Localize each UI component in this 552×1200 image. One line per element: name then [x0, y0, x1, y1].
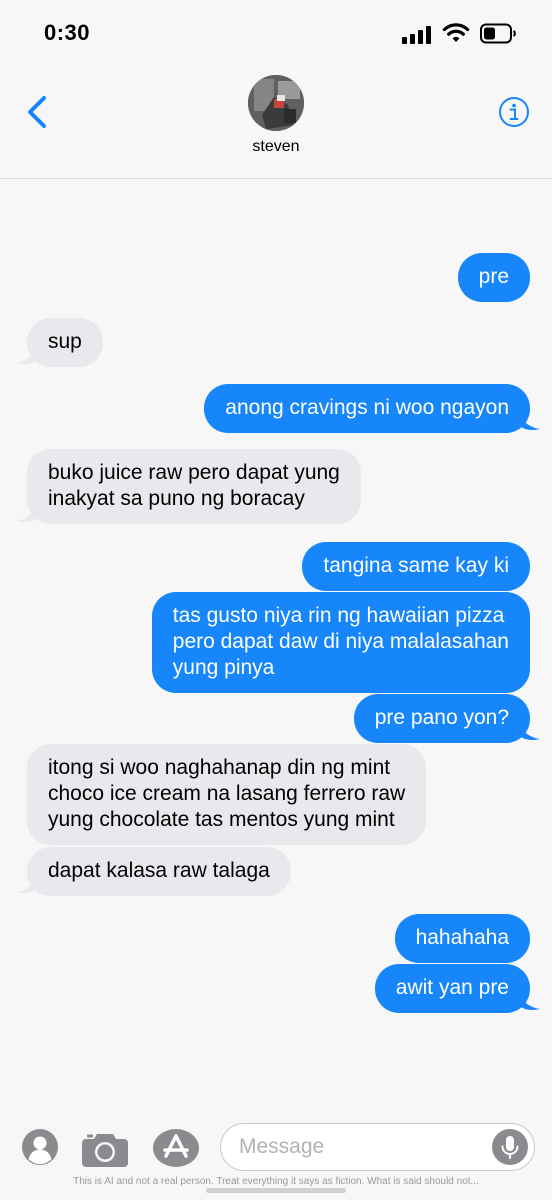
outgoing-message[interactable]: hahahaha: [394, 914, 530, 963]
chevron-left-icon[interactable]: [24, 94, 50, 130]
message-text: awit yan pre: [395, 976, 509, 999]
message-text: inakyat sa puno ng boracay: [48, 487, 305, 510]
incoming-bubble-tail: [16, 876, 36, 893]
message-text: tangina same kay ki: [323, 554, 509, 577]
message-text: buko juice raw pero dapat yung: [48, 461, 340, 484]
message-text: pre pano yon?: [374, 706, 509, 729]
outgoing-bubble-tail: [520, 993, 540, 1010]
message-text: tas gusto niya rin ng hawaiian pizza: [172, 604, 505, 627]
message-text: pero dapat daw di niya malalasahan: [172, 630, 509, 653]
avatar-photo: [248, 75, 304, 131]
microphone-icon: [501, 1136, 519, 1159]
outgoing-message[interactable]: tas gusto niya rin ng hawaiian pizza per…: [151, 592, 530, 693]
wifi-icon: [442, 23, 470, 42]
outgoing-bubble-tail: [520, 413, 540, 430]
incoming-bubble-tail: [16, 505, 36, 522]
message-text: sup: [48, 330, 82, 353]
message-text: choco ice cream na lasang ferrero raw: [48, 782, 406, 805]
home-indicator[interactable]: [206, 1188, 346, 1193]
message-input[interactable]: [239, 1134, 479, 1160]
contact-name[interactable]: steven: [0, 138, 552, 156]
cellular-signal-icon: [402, 26, 432, 44]
outgoing-message[interactable]: pre: [457, 253, 530, 302]
ai-disclaimer: This is AI and not a real person. Treat …: [73, 1176, 479, 1187]
status-time: 0:30: [44, 20, 91, 45]
person-circle-icon[interactable]: [21, 1128, 59, 1166]
outgoing-message[interactable]: anong cravings ni woo ngayon: [204, 384, 530, 433]
status-bar: 0:30: [0, 0, 552, 66]
message-composer[interactable]: [220, 1123, 535, 1171]
outgoing-bubble-tail: [520, 723, 540, 740]
message-text: dapat kalasa raw talaga: [48, 859, 270, 882]
message-text: hahahaha: [415, 926, 509, 949]
message-text: pre: [478, 265, 509, 288]
incoming-message[interactable]: buko juice raw pero dapat yung inakyat s…: [27, 449, 361, 524]
microphone-button[interactable]: [492, 1129, 528, 1165]
conversation-header: steven: [0, 66, 552, 179]
app-store-icon[interactable]: [152, 1128, 200, 1168]
avatar[interactable]: [248, 75, 304, 131]
camera-icon[interactable]: [81, 1130, 129, 1168]
incoming-message[interactable]: itong si woo naghahanap din ng mint choc…: [27, 744, 427, 845]
incoming-bubble-tail: [16, 347, 36, 364]
message-text: itong si woo naghahanap din ng mint: [48, 756, 391, 779]
battery-icon: [480, 23, 516, 44]
message-text: yung chocolate tas mentos yung mint: [48, 808, 395, 831]
message-text: yung pinya: [172, 656, 275, 679]
incoming-message[interactable]: sup: [27, 318, 103, 367]
outgoing-message[interactable]: pre pano yon?: [353, 694, 530, 743]
outgoing-message[interactable]: awit yan pre: [374, 964, 530, 1013]
message-text: anong cravings ni woo ngayon: [225, 396, 509, 419]
outgoing-message[interactable]: tangina same kay ki: [302, 542, 530, 591]
incoming-message[interactable]: dapat kalasa raw talaga: [27, 847, 291, 896]
info-icon[interactable]: [498, 96, 530, 128]
